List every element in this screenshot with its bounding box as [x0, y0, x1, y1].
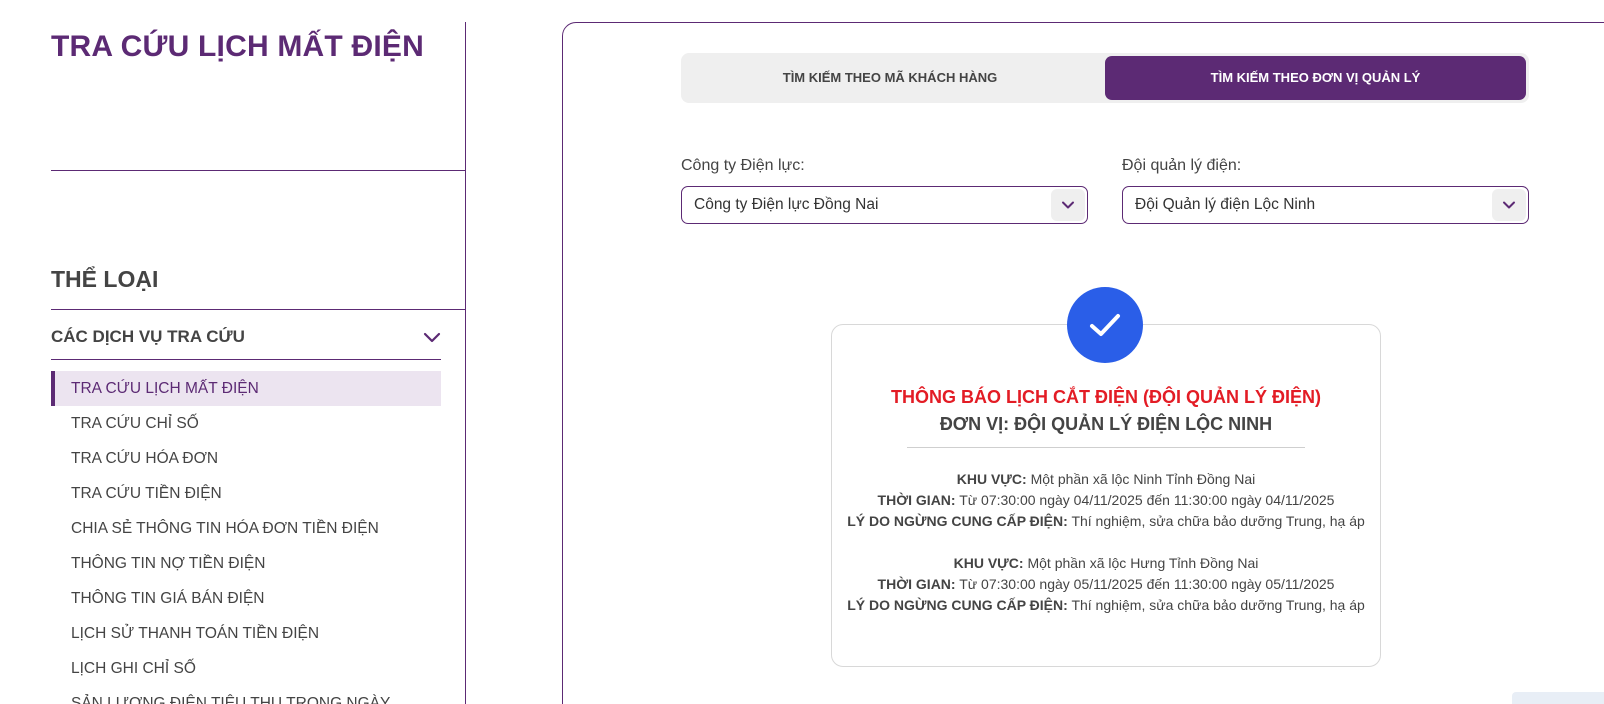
services-menu: TRA CỨU LỊCH MẤT ĐIỆN TRA CỨU CHỈ SỐ TRA… — [51, 371, 441, 704]
checkmark-icon — [1090, 314, 1120, 336]
sidebar: TRA CỨU LỊCH MẤT ĐIỆN THỂ LOẠI CÁC DỊCH … — [0, 0, 466, 704]
services-group-toggle[interactable]: CÁC DỊCH VỤ TRA CỨU — [51, 316, 441, 360]
page-title: TRA CỨU LỊCH MẤT ĐIỆN — [51, 30, 424, 63]
team-select[interactable]: Đội Quản lý điện Lộc Ninh — [1122, 186, 1529, 224]
time-label: THỜI GIAN: — [877, 492, 956, 508]
sidebar-item-share-invoice[interactable]: CHIA SẺ THÔNG TIN HÓA ĐƠN TIỀN ĐIỆN — [51, 511, 441, 546]
area-label: KHU VỰC: — [953, 555, 1024, 571]
outage-entry: KHU VỰC: Một phần xã lộc Hưng Tỉnh Đồng … — [832, 553, 1380, 616]
time-value: Từ 07:30:00 ngày 04/11/2025 đến 11:30:00… — [959, 492, 1335, 508]
sidebar-item-reading-schedule[interactable]: LỊCH GHI CHỈ SỐ — [51, 651, 441, 686]
sidebar-item-electricity-cost[interactable]: TRA CỨU TIỀN ĐIỆN — [51, 476, 441, 511]
chevron-down-icon — [1062, 201, 1074, 209]
reason-label: LÝ DO NGỪNG CUNG CẤP ĐIỆN: — [847, 597, 1068, 613]
outage-notice-title: THÔNG BÁO LỊCH CẮT ĐIỆN (ĐỘI QUẢN LÝ ĐIỆ… — [891, 387, 1321, 407]
team-field-label: Đội quản lý điện: — [1122, 157, 1242, 174]
unit-title: ĐƠN VỊ: ĐỘI QUẢN LÝ ĐIỆN LỘC NINH — [939, 414, 1273, 434]
sidebar-divider — [465, 22, 466, 704]
area-value: Một phần xã lộc Ninh Tỉnh Đồng Nai — [1030, 471, 1256, 487]
area-value: Một phần xã lộc Hưng Tỉnh Đồng Nai — [1027, 555, 1259, 571]
outage-result-card: THÔNG BÁO LỊCH CẮT ĐIỆN (ĐỘI QUẢN LÝ ĐIỆ… — [831, 324, 1381, 667]
reason-value: Thí nghiệm, sửa chữa bảo dưỡng Trung, hạ… — [1071, 597, 1365, 613]
team-select-toggle[interactable] — [1492, 189, 1526, 221]
team-select-value: Đội Quản lý điện Lộc Ninh — [1135, 196, 1316, 213]
sidebar-item-debt-info[interactable]: THÔNG TIN NỢ TIỀN ĐIỆN — [51, 546, 441, 581]
outage-entry: KHU VỰC: Một phần xã lộc Ninh Tỉnh Đồng … — [832, 469, 1380, 532]
area-line: KHU VỰC: Một phần xã lộc Ninh Tỉnh Đồng … — [832, 469, 1380, 490]
tab-search-by-customer-code[interactable]: TÌM KIẾM THEO MÃ KHÁCH HÀNG — [685, 56, 1095, 100]
search-mode-tabs: TÌM KIẾM THEO MÃ KHÁCH HÀNG TÌM KIẾM THE… — [681, 53, 1529, 103]
chevron-down-icon — [1503, 201, 1515, 209]
sidebar-item-price-info[interactable]: THÔNG TIN GIÁ BÁN ĐIỆN — [51, 581, 441, 616]
category-heading: THỂ LOẠI — [51, 266, 159, 292]
services-group-label: CÁC DỊCH VỤ TRA CỨU — [51, 327, 245, 346]
chevron-down-icon — [423, 332, 441, 343]
title-divider — [51, 170, 466, 171]
reason-label: LÝ DO NGỪNG CUNG CẤP ĐIỆN: — [847, 513, 1068, 529]
sidebar-item-daily-consumption[interactable]: SẢN LƯỢNG ĐIỆN TIÊU THỤ TRONG NGÀY — [51, 686, 441, 704]
tab-search-by-management-unit[interactable]: TÌM KIẾM THEO ĐƠN VỊ QUẢN LÝ — [1105, 56, 1526, 100]
corner-widget[interactable] — [1512, 692, 1604, 704]
company-field-label: Công ty Điện lực: — [681, 157, 805, 174]
sidebar-item-outage-schedule[interactable]: TRA CỨU LỊCH MẤT ĐIỆN — [51, 371, 441, 406]
reason-value: Thí nghiệm, sửa chữa bảo dưỡng Trung, hạ… — [1071, 513, 1365, 529]
card-divider — [907, 447, 1305, 448]
reason-line: LÝ DO NGỪNG CUNG CẤP ĐIỆN: Thí nghiệm, s… — [832, 511, 1380, 532]
time-line: THỜI GIAN: Từ 07:30:00 ngày 04/11/2025 đ… — [832, 490, 1380, 511]
reason-line: LÝ DO NGỪNG CUNG CẤP ĐIỆN: Thí nghiệm, s… — [832, 595, 1380, 616]
company-select-toggle[interactable] — [1051, 189, 1085, 221]
sidebar-item-payment-history[interactable]: LỊCH SỬ THANH TOÁN TIỀN ĐIỆN — [51, 616, 441, 651]
success-badge — [1067, 287, 1143, 363]
category-divider — [51, 309, 466, 310]
time-value: Từ 07:30:00 ngày 05/11/2025 đến 11:30:00… — [959, 576, 1335, 592]
time-line: THỜI GIAN: Từ 07:30:00 ngày 05/11/2025 đ… — [832, 574, 1380, 595]
area-label: KHU VỰC: — [956, 471, 1027, 487]
company-select-value: Công ty Điện lực Đồng Nai — [694, 196, 879, 213]
sidebar-item-meter-index[interactable]: TRA CỨU CHỈ SỐ — [51, 406, 441, 441]
area-line: KHU VỰC: Một phần xã lộc Hưng Tỉnh Đồng … — [832, 553, 1380, 574]
company-select[interactable]: Công ty Điện lực Đồng Nai — [681, 186, 1088, 224]
time-label: THỜI GIAN: — [877, 576, 956, 592]
sidebar-item-invoice[interactable]: TRA CỨU HÓA ĐƠN — [51, 441, 441, 476]
